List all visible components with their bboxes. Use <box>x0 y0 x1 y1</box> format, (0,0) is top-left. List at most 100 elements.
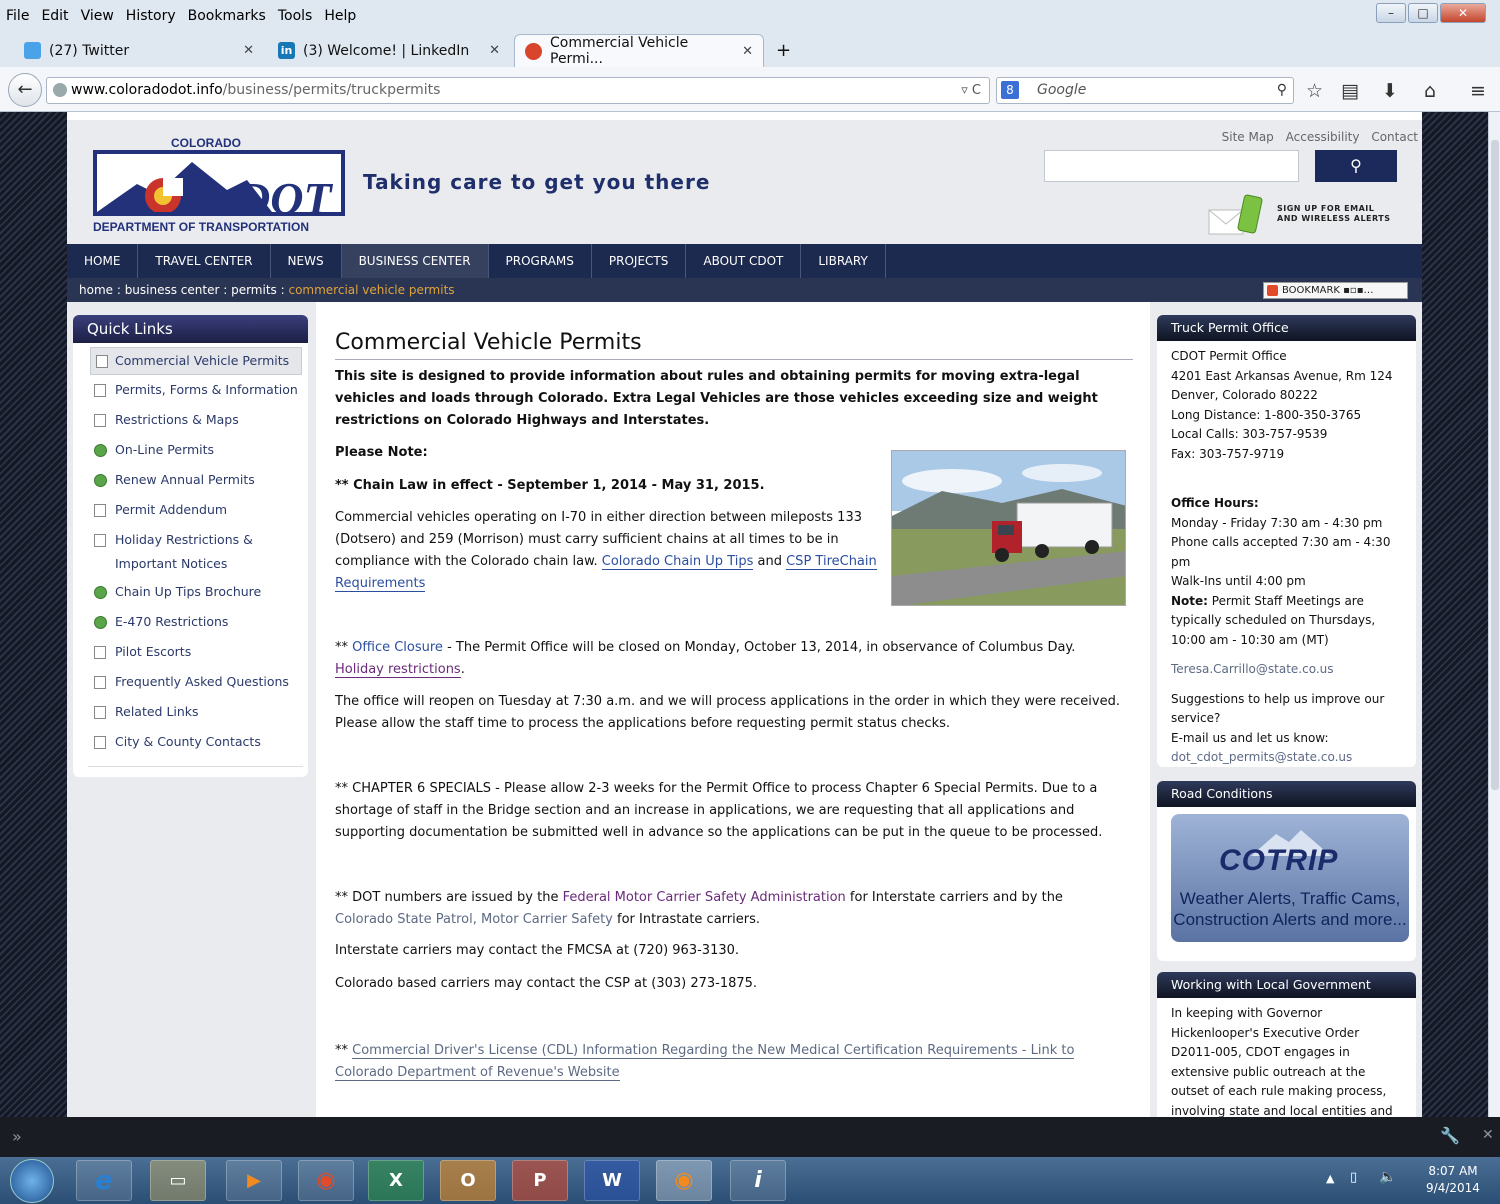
quicklink-online-permits[interactable]: On-Line Permits <box>73 435 308 465</box>
start-button[interactable] <box>10 1159 54 1203</box>
menu-tools[interactable]: Tools <box>278 8 313 24</box>
quicklink-commercial-vehicle-permits[interactable]: Commercial Vehicle Permits <box>90 347 302 375</box>
menu-view[interactable]: View <box>81 8 114 24</box>
quick-links-panel: Quick Links Commercial Vehicle Permits P… <box>73 315 308 777</box>
cdl-link[interactable]: Commercial Driver's License (CDL) Inform… <box>335 1043 1075 1081</box>
menu-file[interactable]: File <box>6 8 29 24</box>
quicklink-restrictions-maps[interactable]: Restrictions & Maps <box>73 405 308 435</box>
quicklink-pilot-escorts[interactable]: Pilot Escorts <box>73 637 308 667</box>
menu-bookmarks[interactable]: Bookmarks <box>188 8 266 24</box>
back-button[interactable]: ← <box>8 73 42 107</box>
menu-icon[interactable]: ≡ <box>1470 80 1486 102</box>
permits-email-link[interactable]: dot_cdot_permits@state.co.us <box>1171 748 1406 768</box>
info-icon[interactable]: i <box>730 1160 786 1201</box>
contact-link[interactable]: Contact <box>1371 130 1418 144</box>
menu-help[interactable]: Help <box>324 8 356 24</box>
quicklink-holiday-restrictions[interactable]: Holiday Restrictions & Important Notices <box>73 525 308 577</box>
tab-twitter[interactable]: (27) Twitter ✕ <box>14 34 264 67</box>
tab-linkedin[interactable]: in (3) Welcome! | LinkedIn ✕ <box>268 34 510 67</box>
close-window-button[interactable]: ✕ <box>1440 3 1486 23</box>
email-link[interactable]: Teresa.Carrillo@state.co.us <box>1171 660 1406 680</box>
website: COLORADO DOT DEPARTMENT OF TRANSPORTATIO… <box>67 112 1422 1137</box>
office-line: CDOT Permit Office <box>1171 349 1287 363</box>
quicklink-chain-up-tips[interactable]: Chain Up Tips Brochure <box>73 577 308 607</box>
menu-history[interactable]: History <box>126 8 176 24</box>
breadcrumb-path[interactable]: home : business center : permits : <box>79 283 288 297</box>
nav-library[interactable]: LIBRARY <box>801 244 886 278</box>
quicklink-permits-forms[interactable]: Permits, Forms & Information <box>73 375 308 405</box>
addon-bar: » 🔧 ✕ <box>0 1117 1500 1157</box>
csp-motor-carrier-link[interactable]: Colorado State Patrol, Motor Carrier Saf… <box>335 912 613 927</box>
globe-icon <box>53 83 67 97</box>
clock-time: 8:07 AM <box>1428 1164 1478 1178</box>
nav-news[interactable]: NEWS <box>271 244 342 278</box>
quicklink-faq[interactable]: Frequently Asked Questions <box>73 667 308 697</box>
nav-programs[interactable]: PROGRAMS <box>489 244 592 278</box>
bookmarks-list-icon[interactable]: ▤ <box>1341 80 1359 102</box>
quicklink-label: Permits, Forms & Information <box>115 382 298 397</box>
chevron-right-icon[interactable]: » <box>12 1127 22 1146</box>
maximize-button[interactable]: □ <box>1408 3 1438 23</box>
excel-icon[interactable]: X <box>368 1160 424 1201</box>
wrench-icon[interactable]: 🔧 <box>1440 1126 1460 1145</box>
office-closure-link[interactable]: Office Closure <box>352 640 443 655</box>
search-engine-icon[interactable]: 8 <box>1001 81 1019 99</box>
scrollbar-thumb[interactable] <box>1491 140 1499 790</box>
site-search-button[interactable]: ⚲ <box>1315 150 1397 182</box>
powerpoint-icon[interactable]: P <box>512 1160 568 1201</box>
phone-envelope-icon <box>1208 194 1263 235</box>
vertical-scrollbar[interactable] <box>1488 112 1500 1117</box>
nav-travel-center[interactable]: TRAVEL CENTER <box>138 244 271 278</box>
search-icon[interactable]: ⚲ <box>1277 78 1287 103</box>
outlook-icon[interactable]: O <box>440 1160 496 1201</box>
chain-up-tips-link[interactable]: Colorado Chain Up Tips <box>601 554 754 570</box>
media-player-icon[interactable]: ▶ <box>226 1160 282 1201</box>
office-closure-paragraph: ** Office Closure - The Permit Office wi… <box>335 640 1076 678</box>
fmcsa-link[interactable]: Federal Motor Carrier Safety Administrat… <box>563 890 846 905</box>
cdot-logo[interactable]: COLORADO DOT DEPARTMENT OF TRANSPORTATIO… <box>93 134 345 234</box>
reload-icon[interactable]: ▿ C <box>961 78 981 103</box>
tray-expand-icon[interactable]: ▲ <box>1326 1172 1334 1185</box>
bookmark-button[interactable]: BOOKMARK ▪▫▪… <box>1263 282 1408 299</box>
quicklink-e470-restrictions[interactable]: E-470 Restrictions <box>73 607 308 637</box>
quicklink-related-links[interactable]: Related Links <box>73 697 308 727</box>
search-input[interactable]: 8 Google ⚲ <box>996 77 1294 104</box>
alerts-signup[interactable]: SIGN UP FOR EMAIL AND WIRELESS ALERTS <box>1207 194 1407 240</box>
star-icon[interactable]: ☆ <box>1306 80 1323 102</box>
quicklink-permit-addendum[interactable]: Permit Addendum <box>73 495 308 525</box>
address-bar[interactable]: www.coloradodot.info/business/permits/tr… <box>46 77 990 104</box>
site-search-input[interactable] <box>1044 150 1299 182</box>
volume-icon[interactable]: 🔈 <box>1379 1169 1396 1185</box>
cotrip-banner[interactable]: COTRIP Weather Alerts, Traffic Cams, Con… <box>1171 814 1409 942</box>
close-tab-icon[interactable]: ✕ <box>489 43 500 58</box>
system-clock[interactable]: 8:07 AM 9/4/2014 <box>1410 1163 1496 1197</box>
intro-paragraph: This site is designed to provide informa… <box>335 369 1098 428</box>
url-path: /business/permits/truckpermits <box>222 82 441 98</box>
quicklink-city-county-contacts[interactable]: City & County Contacts <box>73 727 308 757</box>
note-label: Note: <box>1171 593 1208 608</box>
home-icon[interactable]: ⌂ <box>1424 80 1436 102</box>
firefox-icon[interactable]: ◉ <box>656 1160 712 1201</box>
internet-explorer-icon[interactable]: e <box>76 1160 132 1201</box>
nav-projects[interactable]: PROJECTS <box>592 244 687 278</box>
accessibility-link[interactable]: Accessibility <box>1286 130 1360 144</box>
site-map-link[interactable]: Site Map <box>1222 130 1274 144</box>
minimize-button[interactable]: – <box>1376 3 1406 23</box>
menu-edit[interactable]: Edit <box>41 8 68 24</box>
new-tab-button[interactable]: + <box>766 34 801 67</box>
quicklink-renew-annual-permits[interactable]: Renew Annual Permits <box>73 465 308 495</box>
tab-cdot[interactable]: Commercial Vehicle Permi... ✕ <box>514 34 764 67</box>
close-icon[interactable]: ✕ <box>1482 1127 1494 1143</box>
network-icon[interactable]: ▯ <box>1350 1170 1357 1185</box>
holiday-restrictions-link[interactable]: Holiday restrictions <box>335 662 461 678</box>
file-explorer-icon[interactable]: ▭ <box>150 1160 206 1201</box>
download-icon[interactable]: ⬇ <box>1382 80 1398 102</box>
nav-home[interactable]: HOME <box>67 244 139 278</box>
chrome-icon[interactable]: ◉ <box>298 1160 354 1201</box>
quick-links-title: Quick Links <box>73 315 308 343</box>
word-icon[interactable]: W <box>584 1160 640 1201</box>
close-tab-icon[interactable]: ✕ <box>243 43 254 58</box>
nav-about-cdot[interactable]: ABOUT CDOT <box>686 244 802 278</box>
nav-business-center[interactable]: BUSINESS CENTER <box>341 244 489 278</box>
close-tab-icon[interactable]: ✕ <box>742 44 753 59</box>
